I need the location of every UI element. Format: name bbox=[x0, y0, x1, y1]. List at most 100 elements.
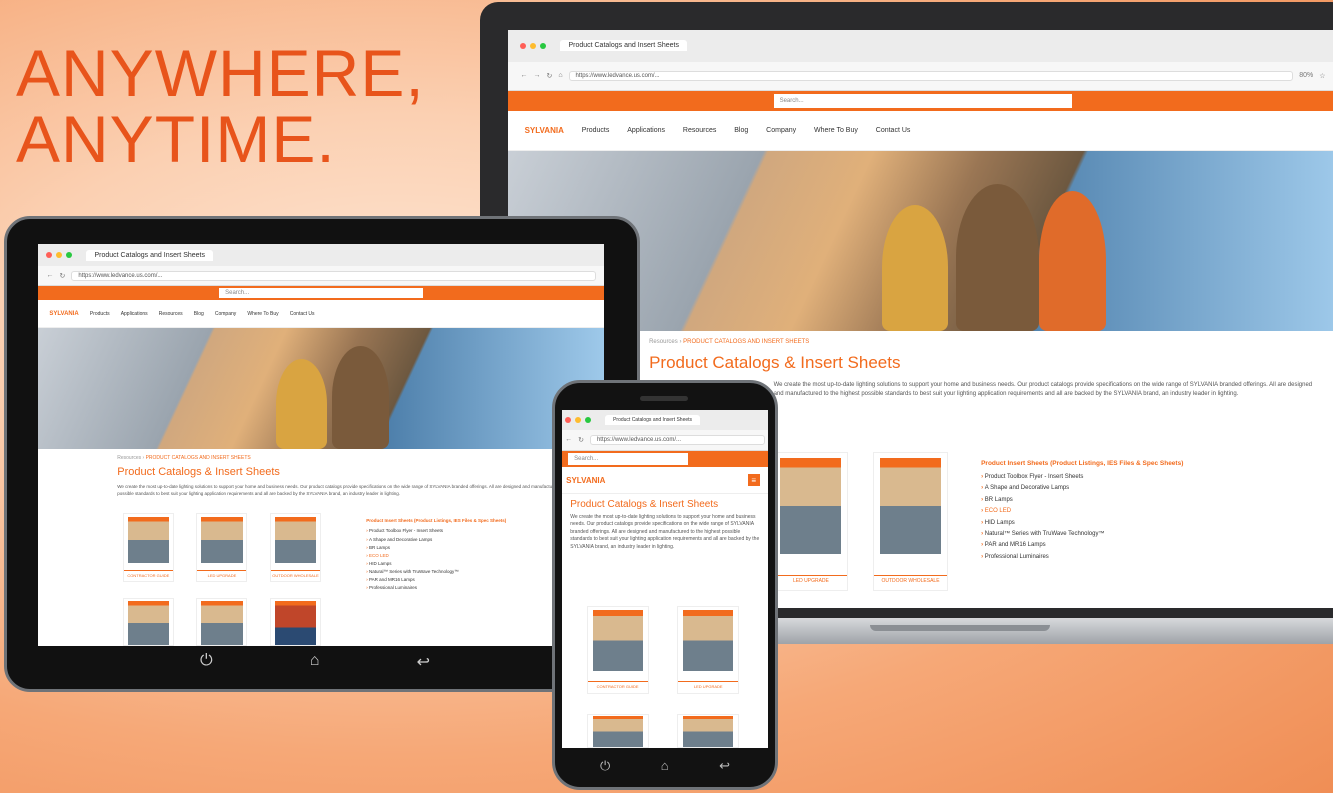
minimize-window-icon[interactable] bbox=[530, 42, 537, 49]
insert-item[interactable]: BR Lamps bbox=[366, 544, 506, 552]
breadcrumb-current: PRODUCT CATALOGS AND INSERT SHEETS bbox=[683, 338, 810, 345]
power-icon[interactable]: ⏻ bbox=[600, 758, 610, 774]
catalog-label[interactable]: OUTDOOR WHOLESALE bbox=[271, 570, 320, 578]
address-bar: ← ↻ https://www.ledvance.us.com/... bbox=[562, 430, 768, 451]
nav-company[interactable]: Company bbox=[215, 311, 236, 317]
url-field[interactable]: https://www.ledvance.us.com/... bbox=[568, 70, 1294, 81]
catalog-label[interactable]: OUTDOOR WHOLESALE bbox=[874, 575, 947, 584]
bookmark-star-icon[interactable]: ☆ bbox=[1319, 72, 1325, 80]
maximize-window-icon[interactable] bbox=[66, 252, 73, 259]
page-intro: We create the most up-to-date lighting s… bbox=[117, 483, 587, 496]
insert-sheets-list: Product Insert Sheets (Product Listings,… bbox=[366, 517, 506, 592]
catalog-label[interactable]: CONTRACTOR GUIDE bbox=[587, 681, 648, 689]
catalog-card[interactable]: OUTDOOR WHOLESALE bbox=[270, 513, 321, 582]
nav-where-to-buy[interactable]: Where To Buy bbox=[247, 311, 278, 317]
insert-item[interactable]: Natural™ Series with TruWave Technology™ bbox=[366, 568, 506, 576]
sylvania-logo[interactable]: SYLVANIA bbox=[525, 126, 564, 135]
nav-blog[interactable]: Blog bbox=[734, 127, 748, 134]
phone-nav-bar: ⏻ ⌂ ↩ bbox=[600, 758, 730, 774]
nav-company[interactable]: Company bbox=[766, 127, 796, 134]
back-arrow-icon[interactable]: ← bbox=[565, 436, 572, 443]
browser-tab[interactable]: Product Catalogs and Insert Sheets bbox=[560, 40, 687, 52]
insert-item[interactable]: A Shape and Decorative Lamps bbox=[981, 483, 1183, 494]
catalog-card[interactable]: LED UPGRADE bbox=[773, 451, 849, 591]
browser-tab[interactable]: Product Catalogs and Insert Sheets bbox=[605, 415, 701, 426]
catalog-card[interactable]: LED UPGRADE bbox=[677, 606, 740, 694]
zoom-level[interactable]: 80% bbox=[1299, 72, 1313, 79]
nav-blog[interactable]: Blog bbox=[194, 311, 204, 317]
catalog-label[interactable]: LED UPGRADE bbox=[774, 575, 848, 584]
back-arrow-icon[interactable]: ← bbox=[46, 272, 53, 279]
phone-speaker bbox=[640, 396, 688, 401]
minimize-window-icon[interactable] bbox=[575, 417, 582, 424]
nav-applications[interactable]: Applications bbox=[627, 127, 665, 134]
nav-applications[interactable]: Applications bbox=[121, 311, 148, 317]
close-window-icon[interactable] bbox=[520, 42, 527, 49]
nav-contact-us[interactable]: Contact Us bbox=[290, 311, 315, 317]
minimize-window-icon[interactable] bbox=[56, 252, 63, 259]
insert-item[interactable]: A Shape and Decorative Lamps bbox=[366, 536, 506, 544]
browser-tabbar: Product Catalogs and Insert Sheets bbox=[38, 244, 604, 267]
catalog-card[interactable]: CONTRACTOR GUIDE bbox=[122, 513, 174, 582]
insert-item[interactable]: Professional Luminaires bbox=[981, 552, 1183, 563]
page-intro: We create the most up-to-date lighting s… bbox=[570, 513, 760, 550]
close-window-icon[interactable] bbox=[46, 252, 53, 259]
catalog-card[interactable] bbox=[122, 597, 174, 646]
sylvania-logo[interactable]: SYLVANIA bbox=[49, 311, 78, 317]
nav-products[interactable]: Products bbox=[90, 311, 110, 317]
reload-icon[interactable]: ↻ bbox=[546, 72, 552, 80]
home-icon[interactable]: ⌂ bbox=[310, 652, 320, 672]
site-search-input[interactable]: Search... bbox=[773, 93, 1073, 108]
insert-item[interactable]: HID Lamps bbox=[981, 518, 1183, 529]
catalog-cover bbox=[274, 600, 317, 645]
site-search-input[interactable]: Search... bbox=[568, 453, 689, 465]
sylvania-logo[interactable]: SYLVANIA bbox=[566, 476, 605, 485]
insert-item[interactable]: ECO LED bbox=[366, 552, 506, 560]
forward-arrow-icon[interactable]: → bbox=[533, 72, 540, 79]
catalog-card[interactable]: CONTRACTOR GUIDE bbox=[586, 606, 649, 694]
insert-item[interactable]: Product Toolbox Flyer - Insert Sheets bbox=[981, 472, 1183, 483]
maximize-window-icon[interactable] bbox=[585, 417, 592, 424]
catalog-card[interactable] bbox=[586, 714, 649, 748]
back-icon[interactable]: ↩ bbox=[417, 652, 430, 672]
reload-icon[interactable]: ↻ bbox=[59, 272, 65, 280]
reload-icon[interactable]: ↻ bbox=[578, 436, 584, 444]
catalog-card[interactable]: LED UPGRADE bbox=[196, 513, 248, 582]
insert-item[interactable]: ECO LED bbox=[981, 506, 1183, 517]
laptop-notch bbox=[870, 625, 1050, 631]
home-icon[interactable]: ⌂ bbox=[558, 72, 562, 79]
insert-item[interactable]: Natural™ Series with TruWave Technology™ bbox=[981, 529, 1183, 540]
insert-item[interactable]: PAR and MR16 Lamps bbox=[981, 540, 1183, 551]
power-icon[interactable]: ⏻ bbox=[200, 652, 213, 672]
url-field[interactable]: https://www.ledvance.us.com/... bbox=[71, 270, 596, 281]
catalog-card[interactable] bbox=[270, 597, 321, 646]
nav-products[interactable]: Products bbox=[582, 127, 610, 134]
maximize-window-icon[interactable] bbox=[540, 42, 547, 49]
catalog-label[interactable]: LED UPGRADE bbox=[678, 681, 739, 689]
url-field[interactable]: https://www.ledvance.us.com/... bbox=[589, 434, 765, 445]
nav-resources[interactable]: Resources bbox=[683, 127, 716, 134]
breadcrumb-root[interactable]: Resources bbox=[117, 455, 141, 461]
back-icon[interactable]: ↩ bbox=[719, 758, 730, 774]
breadcrumb-root[interactable]: Resources bbox=[649, 339, 678, 345]
nav-where-to-buy[interactable]: Where To Buy bbox=[814, 127, 858, 134]
catalog-card[interactable] bbox=[196, 597, 248, 646]
insert-sheets-heading: Product Insert Sheets (Product Listings,… bbox=[366, 518, 507, 524]
back-arrow-icon[interactable]: ← bbox=[520, 72, 527, 79]
catalog-card[interactable] bbox=[677, 714, 740, 748]
insert-item[interactable]: PAR and MR16 Lamps bbox=[366, 576, 506, 584]
close-window-icon[interactable] bbox=[565, 417, 572, 424]
insert-item[interactable]: Professional Luminaires bbox=[366, 584, 506, 592]
catalog-label[interactable]: CONTRACTOR GUIDE bbox=[123, 570, 173, 578]
browser-tab[interactable]: Product Catalogs and Insert Sheets bbox=[86, 249, 213, 261]
insert-item[interactable]: BR Lamps bbox=[981, 495, 1183, 506]
menu-icon[interactable]: ≡ bbox=[747, 474, 760, 487]
catalog-label[interactable]: LED UPGRADE bbox=[197, 570, 247, 578]
nav-resources[interactable]: Resources bbox=[159, 311, 183, 317]
home-icon[interactable]: ⌂ bbox=[661, 758, 669, 774]
insert-item[interactable]: HID Lamps bbox=[366, 560, 506, 568]
catalog-card[interactable]: OUTDOOR WHOLESALE bbox=[873, 451, 948, 591]
insert-item[interactable]: Product Toolbox Flyer - Insert Sheets bbox=[366, 527, 506, 535]
site-search-input[interactable]: Search... bbox=[219, 288, 423, 299]
nav-contact-us[interactable]: Contact Us bbox=[876, 127, 911, 134]
